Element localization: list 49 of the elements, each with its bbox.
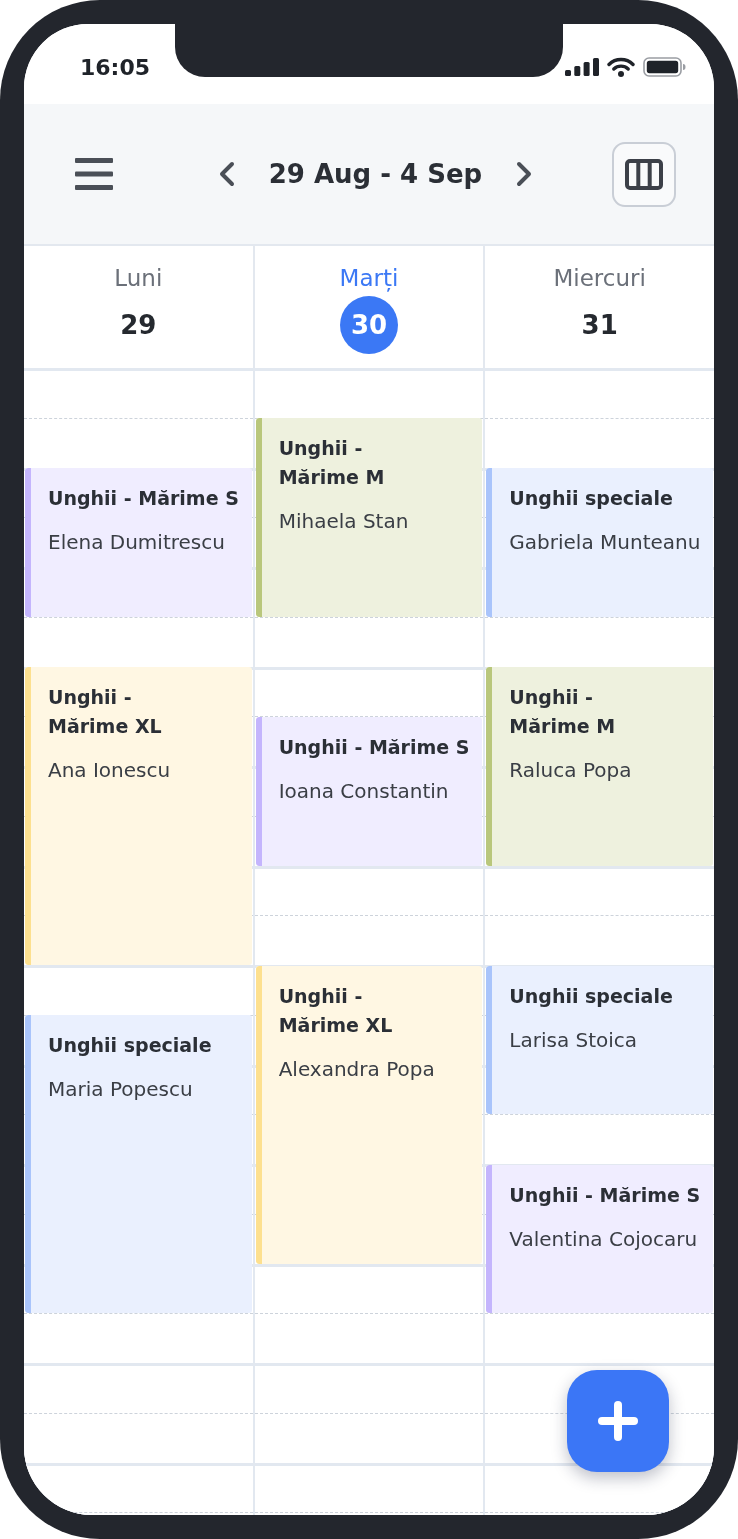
client-name: Larisa Stoica (509, 1026, 639, 1054)
event-title: Unghii - Mărime M (509, 685, 617, 739)
client-name: Gabriela Munteanu (509, 529, 702, 556)
event-card[interactable]: Unghii - Mărime XL Ana Ionescu (25, 667, 252, 965)
client-name: Elena Dumitrescu (48, 529, 226, 556)
event-card[interactable]: Unghii - Mărime S Ioana Constantin (255, 716, 483, 866)
client-name: Maria Popescu (48, 1076, 194, 1104)
event-title: Unghii - Mărime XL (278, 983, 394, 1038)
event-title: Unghii speciale (509, 486, 674, 511)
event-card[interactable]: Unghii - Mărime M Mihaela Stan (255, 418, 483, 617)
day-number: 31 (580, 309, 619, 342)
signal-icon (565, 58, 599, 76)
status-time: 16:05 (80, 54, 151, 80)
event-title: Unghii - Mărime S (509, 1182, 702, 1208)
event-card[interactable]: Unghii speciale Larisa Stoica (486, 965, 713, 1115)
client-name: Alexandra Popa (278, 1055, 436, 1083)
chevron-right-icon (516, 161, 533, 187)
client-name: Raluca Popa (509, 757, 633, 784)
event-card[interactable]: Unghii speciale Gabriela Munteanu (486, 468, 713, 617)
menu-icon (75, 158, 113, 190)
client-name: Valentina Cojocaru (509, 1225, 699, 1253)
day-name: Luni (114, 264, 163, 293)
day-number: 30 (340, 296, 398, 354)
add-button[interactable] (567, 1370, 669, 1472)
event-card[interactable]: Unghii - Mărime S Valentina Cojocaru (486, 1164, 713, 1314)
event-title: Unghii speciale (48, 1033, 213, 1059)
plus-icon (598, 1401, 638, 1441)
client-name: Mihaela Stan (278, 508, 410, 536)
columns-icon (625, 158, 663, 190)
event-title: Unghii - Mărime S (278, 734, 471, 760)
event-title: Unghii - Mărime XL (48, 685, 163, 739)
event-card[interactable]: Unghii - Mărime M Raluca Popa (486, 667, 713, 866)
wifi-icon (607, 57, 635, 77)
event-card[interactable]: Unghii - Mărime XL Alexandra Popa (255, 965, 483, 1264)
event-title: Unghii - Mărime M (278, 436, 386, 491)
date-range-title: 29 Aug - 4 Sep (268, 159, 483, 189)
day-number: 29 (119, 309, 158, 342)
day-name: Marți (339, 264, 399, 293)
menu-button[interactable] (75, 158, 113, 190)
chevron-left-icon (218, 161, 235, 187)
event-card[interactable]: Unghii - Mărime S Elena Dumitrescu (25, 468, 252, 617)
view-toggle-button[interactable] (612, 141, 676, 207)
client-name: Ioana Constantin (278, 777, 450, 805)
day-name: Miercuri (553, 264, 646, 293)
battery-icon (643, 57, 686, 77)
client-name: Ana Ionescu (48, 757, 172, 784)
event-card[interactable]: Unghii speciale Maria Popescu (25, 1015, 252, 1314)
event-title: Unghii speciale (509, 983, 674, 1009)
event-title: Unghii - Mărime S (48, 486, 240, 511)
